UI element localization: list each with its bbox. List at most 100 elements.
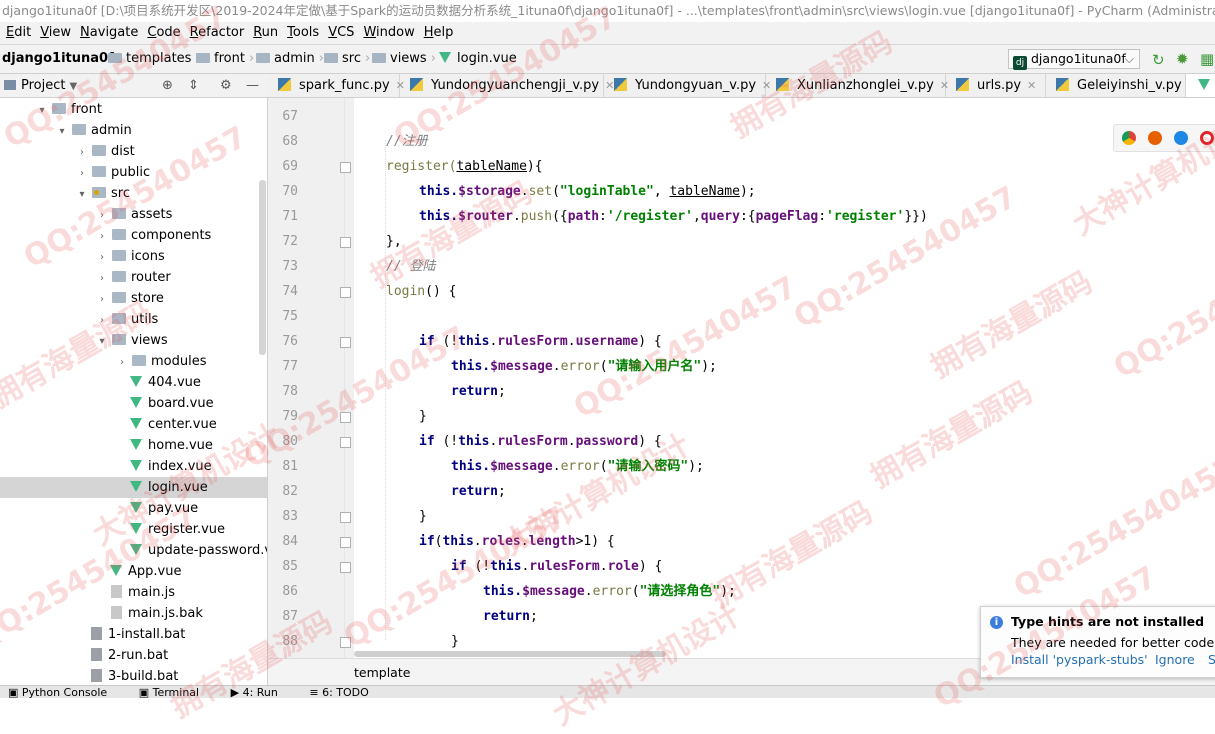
expand-arrow-icon[interactable]: ▾ <box>96 331 108 352</box>
tree-item[interactable]: ▾ src <box>76 183 130 204</box>
fold-marker[interactable] <box>340 637 351 648</box>
tree-item[interactable]: ▾ front <box>36 99 101 121</box>
fold-marker[interactable] <box>340 512 351 523</box>
fold-marker[interactable] <box>340 437 351 448</box>
tree-item[interactable]: › icons <box>96 246 165 267</box>
tree-item[interactable]: 1-install.bat <box>76 624 185 645</box>
menu-help[interactable]: Help <box>418 22 457 44</box>
project-panel-title[interactable]: Project <box>21 78 65 93</box>
tree-item[interactable]: 404.vue <box>116 372 201 393</box>
tree-item[interactable]: 2-run.bat <box>76 645 168 666</box>
breadcrumb-views[interactable]: views › <box>372 45 436 73</box>
tree-item[interactable]: main.js.bak <box>96 603 203 624</box>
breadcrumb-templates[interactable]: templates› <box>108 45 201 73</box>
tree-item[interactable]: home.vue <box>116 435 213 456</box>
tree-item[interactable]: ▾ views <box>96 330 167 352</box>
expand-arrow-icon[interactable]: › <box>96 247 108 268</box>
rerun-icon[interactable]: ↻ <box>1152 51 1165 69</box>
expand-arrow-icon[interactable]: › <box>96 268 108 289</box>
collapse-all-icon[interactable]: ⇕ <box>188 74 199 97</box>
tree-item[interactable]: ▾ admin <box>56 120 131 142</box>
expand-arrow-icon[interactable]: › <box>96 310 108 331</box>
fold-marker[interactable] <box>340 537 351 548</box>
tree-item[interactable]: › assets <box>96 204 172 225</box>
tree-item[interactable]: › store <box>96 288 164 309</box>
install-stubs-link[interactable]: Install 'pyspark-stubs' <box>1011 652 1148 667</box>
horizontal-scrollbar[interactable] <box>354 651 666 657</box>
tree-item[interactable]: App.vue <box>96 561 181 582</box>
breadcrumb-src[interactable]: src › <box>324 45 370 73</box>
tree-item[interactable]: › public <box>76 162 150 183</box>
settings-link[interactable]: S <box>1208 652 1215 667</box>
tree-item[interactable]: login.vue <box>0 477 267 498</box>
close-icon[interactable]: ✕ <box>1027 79 1036 92</box>
tree-item[interactable]: › utils <box>96 309 158 330</box>
coverage-icon[interactable]: ▦ <box>1200 50 1214 68</box>
menu-refactor[interactable]: Refactor <box>184 22 248 44</box>
tree-item[interactable]: update-password.vu <box>116 540 267 561</box>
fold-marker[interactable] <box>340 562 351 573</box>
expand-arrow-icon[interactable]: ▾ <box>56 121 68 142</box>
tab-yundongyuanchengji[interactable]: Yundongyuanchengji_v.py ✕ <box>400 74 614 97</box>
expand-arrow-icon[interactable]: › <box>96 289 108 310</box>
expand-arrow-icon[interactable]: › <box>116 352 128 373</box>
tab-spark-func[interactable]: spark_func.py ✕ <box>268 74 405 97</box>
tree-item[interactable]: › components <box>96 225 211 246</box>
tool-python-console[interactable]: Python Console <box>22 686 107 698</box>
tree-item[interactable]: pay.vue <box>116 498 198 519</box>
tool-terminal[interactable]: Terminal <box>153 686 200 698</box>
breadcrumb-front[interactable]: front › <box>196 45 254 73</box>
menu-vcs[interactable]: VCS <box>322 22 357 44</box>
expand-arrow-icon[interactable]: › <box>76 142 88 163</box>
locate-icon[interactable]: ⊕ <box>162 74 173 97</box>
menu-tools[interactable]: Tools <box>281 22 322 44</box>
menu-code[interactable]: Code <box>141 22 183 44</box>
expand-arrow-icon[interactable]: › <box>76 163 88 184</box>
expand-arrow-icon[interactable]: › <box>96 205 108 226</box>
fold-marker[interactable] <box>340 337 351 348</box>
breadcrumb-file[interactable]: login.vue <box>437 45 517 73</box>
ignore-link[interactable]: Ignore <box>1155 652 1195 667</box>
menu-edit[interactable]: Edit <box>0 22 34 44</box>
fold-marker[interactable] <box>340 412 351 423</box>
breadcrumb-project[interactable]: django1ituna0f› <box>2 45 123 73</box>
tool-todo[interactable]: 6: TODO <box>322 686 369 698</box>
tab-urls[interactable]: urls.py ✕ <box>946 74 1046 97</box>
safari-icon[interactable] <box>1174 131 1188 145</box>
debug-bug-icon[interactable]: ✹ <box>1176 50 1189 68</box>
menu-run[interactable]: Run <box>247 22 281 44</box>
tab-login-vue-active[interactable] <box>1186 74 1215 97</box>
editor-breadcrumb-item[interactable]: template <box>354 665 410 680</box>
tab-geleiyinshi[interactable]: Geleiyinshi_v.py✕ <box>1046 74 1197 97</box>
expand-arrow-icon[interactable]: › <box>96 226 108 247</box>
run-configuration-select[interactable]: dj django1ituna0f ⌵ <box>1008 49 1140 70</box>
chevron-down-icon[interactable]: ▼ <box>69 81 77 92</box>
menu-view[interactable]: View <box>34 22 74 44</box>
tree-item[interactable]: main.js <box>96 582 175 603</box>
opera-icon[interactable] <box>1200 131 1214 145</box>
tree-scrollbar[interactable] <box>259 180 266 355</box>
breadcrumb-admin[interactable]: admin › <box>256 45 324 73</box>
tool-run[interactable]: 4: Run <box>243 686 278 698</box>
firefox-icon[interactable] <box>1148 131 1162 145</box>
tab-yundongyuan[interactable]: Yundongyuan_v.py ✕ <box>604 74 771 97</box>
tree-item[interactable]: center.vue <box>116 414 217 435</box>
tree-item[interactable]: › dist <box>76 141 135 162</box>
gear-icon[interactable]: ⚙ <box>220 74 232 97</box>
tree-item[interactable]: › router <box>96 267 171 288</box>
tree-item[interactable]: board.vue <box>116 393 214 414</box>
tree-item[interactable]: register.vue <box>116 519 225 540</box>
menu-navigate[interactable]: Navigate <box>74 22 141 44</box>
menu-window[interactable]: Window <box>357 22 417 44</box>
chrome-icon[interactable] <box>1122 131 1136 145</box>
tree-item[interactable]: › modules <box>116 351 207 372</box>
tree-item[interactable]: index.vue <box>116 456 212 477</box>
fold-marker[interactable] <box>340 287 351 298</box>
tab-xunlianzhonglei[interactable]: Xunlianzhonglei_v.py ✕ <box>766 74 949 97</box>
fold-marker[interactable] <box>340 162 351 173</box>
fold-marker[interactable] <box>340 237 351 248</box>
expand-arrow-icon[interactable]: ▾ <box>36 100 48 121</box>
hide-icon[interactable]: — <box>246 74 259 97</box>
tree-item[interactable]: 3-build.bat <box>76 666 178 685</box>
expand-arrow-icon[interactable]: ▾ <box>76 184 88 205</box>
